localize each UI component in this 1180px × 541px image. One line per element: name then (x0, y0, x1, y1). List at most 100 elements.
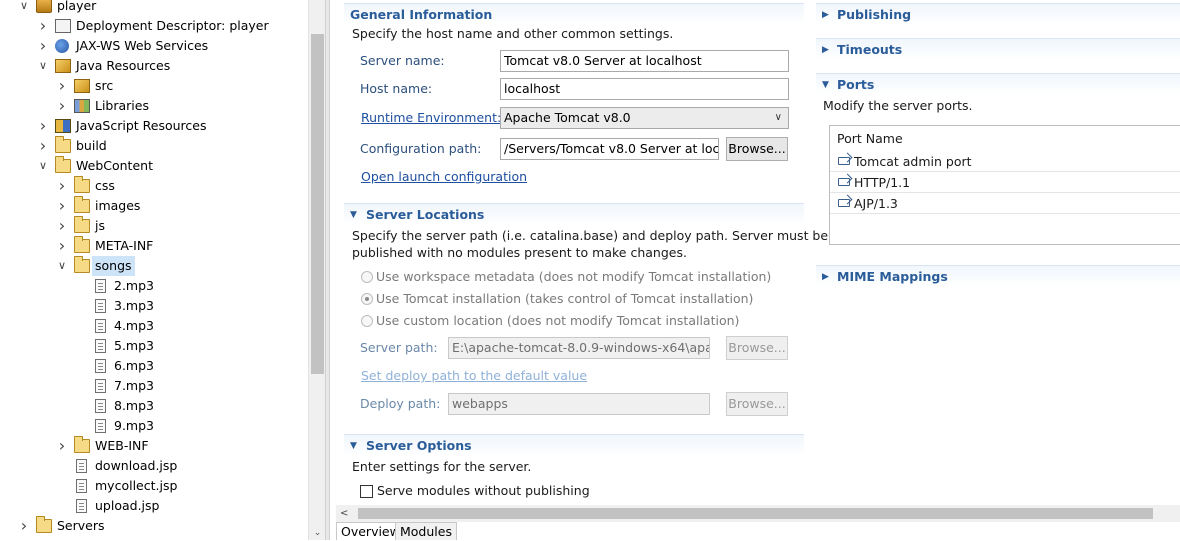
java-resources-icon (55, 59, 71, 73)
tree-item[interactable]: 9.mp3 (0, 416, 308, 436)
timeouts-header[interactable]: ▶ Timeouts (816, 38, 1180, 60)
port-icon (838, 176, 851, 188)
folder-icon (55, 156, 71, 173)
deploy-path-browse-button[interactable]: Browse... (726, 392, 788, 416)
tree-item[interactable]: › Servers (0, 516, 308, 536)
timeouts-title: Timeouts (837, 42, 903, 57)
deploy-path-input[interactable]: webapps (448, 393, 710, 415)
chevron-right-icon[interactable]: › (56, 76, 68, 96)
chevron-right-icon[interactable]: › (56, 176, 68, 196)
tree-item[interactable]: › images (0, 196, 308, 216)
chevron-right-icon[interactable]: › (56, 436, 68, 456)
chevron-down-icon[interactable]: ∨ (18, 0, 30, 16)
table-row[interactable]: Tomcat admin port (830, 151, 1180, 172)
host-name-input[interactable]: localhost (500, 78, 789, 100)
configuration-path-label: Configuration path: (360, 141, 482, 156)
chevron-right-icon[interactable]: › (37, 36, 49, 56)
tree-item[interactable]: › Libraries (0, 96, 308, 116)
tree-item[interactable]: download.jsp (0, 456, 308, 476)
mime-mappings-header[interactable]: ▶ MIME Mappings (816, 265, 1180, 287)
expand-triangle-icon: ▶ (822, 272, 829, 282)
tree-item[interactable]: upload.jsp (0, 496, 308, 516)
tree-item[interactable]: ∨ songs (0, 256, 308, 276)
server-path-input[interactable]: E:\apache-tomcat-8.0.9-windows-x64\apach… (448, 337, 710, 359)
file-icon (95, 399, 106, 413)
radio-icon (361, 271, 373, 283)
chevron-right-icon[interactable]: › (56, 216, 68, 236)
chevron-right-icon[interactable]: › (56, 236, 68, 256)
chevron-down-icon[interactable]: ∨ (37, 56, 49, 76)
chevron-right-icon[interactable]: › (37, 136, 49, 156)
configuration-path-input[interactable]: /Servers/Tomcat v8.0 Server at localhost (500, 138, 719, 160)
table-row[interactable]: AJP/1.3 (830, 193, 1180, 214)
chevron-right-icon[interactable]: › (37, 116, 49, 136)
ports-header[interactable]: ▼ Ports (816, 73, 1180, 95)
tree-item[interactable]: 6.mp3 (0, 356, 308, 376)
chevron-right-icon[interactable]: › (18, 516, 30, 536)
editor-scroll-thumb[interactable] (358, 508, 1153, 519)
server-options-header[interactable]: ▼ Server Options (344, 434, 804, 456)
tree-item[interactable]: › src (0, 76, 308, 96)
chevron-down-icon[interactable]: ∨ (56, 256, 68, 276)
tree-item[interactable]: › META-INF (0, 236, 308, 256)
server-options-title: Server Options (366, 438, 472, 453)
tree-item[interactable]: › js (0, 216, 308, 236)
publishing-header[interactable]: ▶ Publishing (816, 3, 1180, 25)
tree-item[interactable]: mycollect.jsp (0, 476, 308, 496)
tree-scroll-thumb[interactable] (311, 34, 324, 374)
tree-item-label: JAX-WS Web Services (76, 38, 209, 53)
ports-table-header[interactable]: Port Name (830, 128, 1180, 149)
tree-item[interactable]: › css (0, 176, 308, 196)
tab-modules[interactable]: Modules (395, 522, 457, 540)
expand-triangle-icon: ▶ (822, 45, 829, 55)
tree-item[interactable]: 4.mp3 (0, 316, 308, 336)
host-name-label: Host name: (360, 81, 433, 96)
tree-item[interactable]: 3.mp3 (0, 296, 308, 316)
file-icon (95, 319, 106, 333)
tree-item[interactable]: ∨ player (0, 0, 308, 16)
set-default-deploy-path-link[interactable]: Set deploy path to the default value (361, 365, 587, 387)
tree-vertical-scrollbar[interactable]: ⌄ (308, 0, 325, 540)
port-name: Tomcat admin port (854, 154, 972, 169)
server-locations-header[interactable]: ▼ Server Locations (344, 203, 804, 225)
tree-item-label: songs (92, 256, 135, 276)
tree-item[interactable]: 5.mp3 (0, 336, 308, 356)
tree-item[interactable]: › build (0, 136, 308, 156)
folder-icon (55, 136, 71, 153)
tree-item[interactable]: 7.mp3 (0, 376, 308, 396)
scroll-left-icon[interactable]: < (340, 505, 348, 522)
package-icon (74, 79, 90, 93)
tree-item[interactable]: › JAX-WS Web Services (0, 36, 308, 56)
tree-item[interactable]: 8.mp3 (0, 396, 308, 416)
tree-item[interactable]: ∨ Java Resources (0, 56, 308, 76)
tree-item-label: css (95, 178, 115, 193)
chevron-right-icon[interactable]: › (56, 196, 68, 216)
tree-item[interactable]: ∨ WebContent (0, 156, 308, 176)
ports-title: Ports (837, 77, 875, 92)
chevron-down-icon[interactable]: ∨ (37, 156, 49, 176)
open-launch-configuration-link[interactable]: Open launch configuration (361, 166, 527, 188)
table-row[interactable]: HTTP/1.1 (830, 172, 1180, 193)
tree-item-label: download.jsp (95, 458, 178, 473)
configuration-browse-button[interactable]: Browse... (726, 137, 788, 161)
tree-item[interactable]: 2.mp3 (0, 276, 308, 296)
runtime-environment-select[interactable]: Apache Tomcat v8.0 ∨ (500, 107, 789, 129)
server-locations-description-2: published with no modules present to mak… (352, 245, 687, 260)
server-name-input[interactable]: Tomcat v8.0 Server at localhost (500, 50, 789, 72)
collapse-triangle-icon: ▼ (822, 80, 829, 90)
chevron-right-icon[interactable]: › (37, 16, 49, 36)
folder-icon (74, 176, 90, 193)
editor-horizontal-scrollbar[interactable]: < (336, 505, 1180, 522)
chevron-right-icon[interactable]: › (56, 96, 68, 116)
scroll-down-icon[interactable]: ⌄ (309, 526, 326, 540)
ports-description: Modify the server ports. (823, 98, 973, 113)
general-information-header[interactable]: General Information (344, 3, 804, 25)
runtime-environment-link[interactable]: Runtime Environment: (361, 107, 501, 129)
radio-selected-icon (361, 293, 373, 305)
tree-item-label: js (95, 218, 105, 233)
tree-item[interactable]: › WEB-INF (0, 436, 308, 456)
tree-item-label: Servers (57, 518, 105, 533)
tree-item[interactable]: › Deployment Descriptor: player (0, 16, 308, 36)
server-path-browse-button[interactable]: Browse... (726, 336, 788, 360)
tree-item[interactable]: › JavaScript Resources (0, 116, 308, 136)
